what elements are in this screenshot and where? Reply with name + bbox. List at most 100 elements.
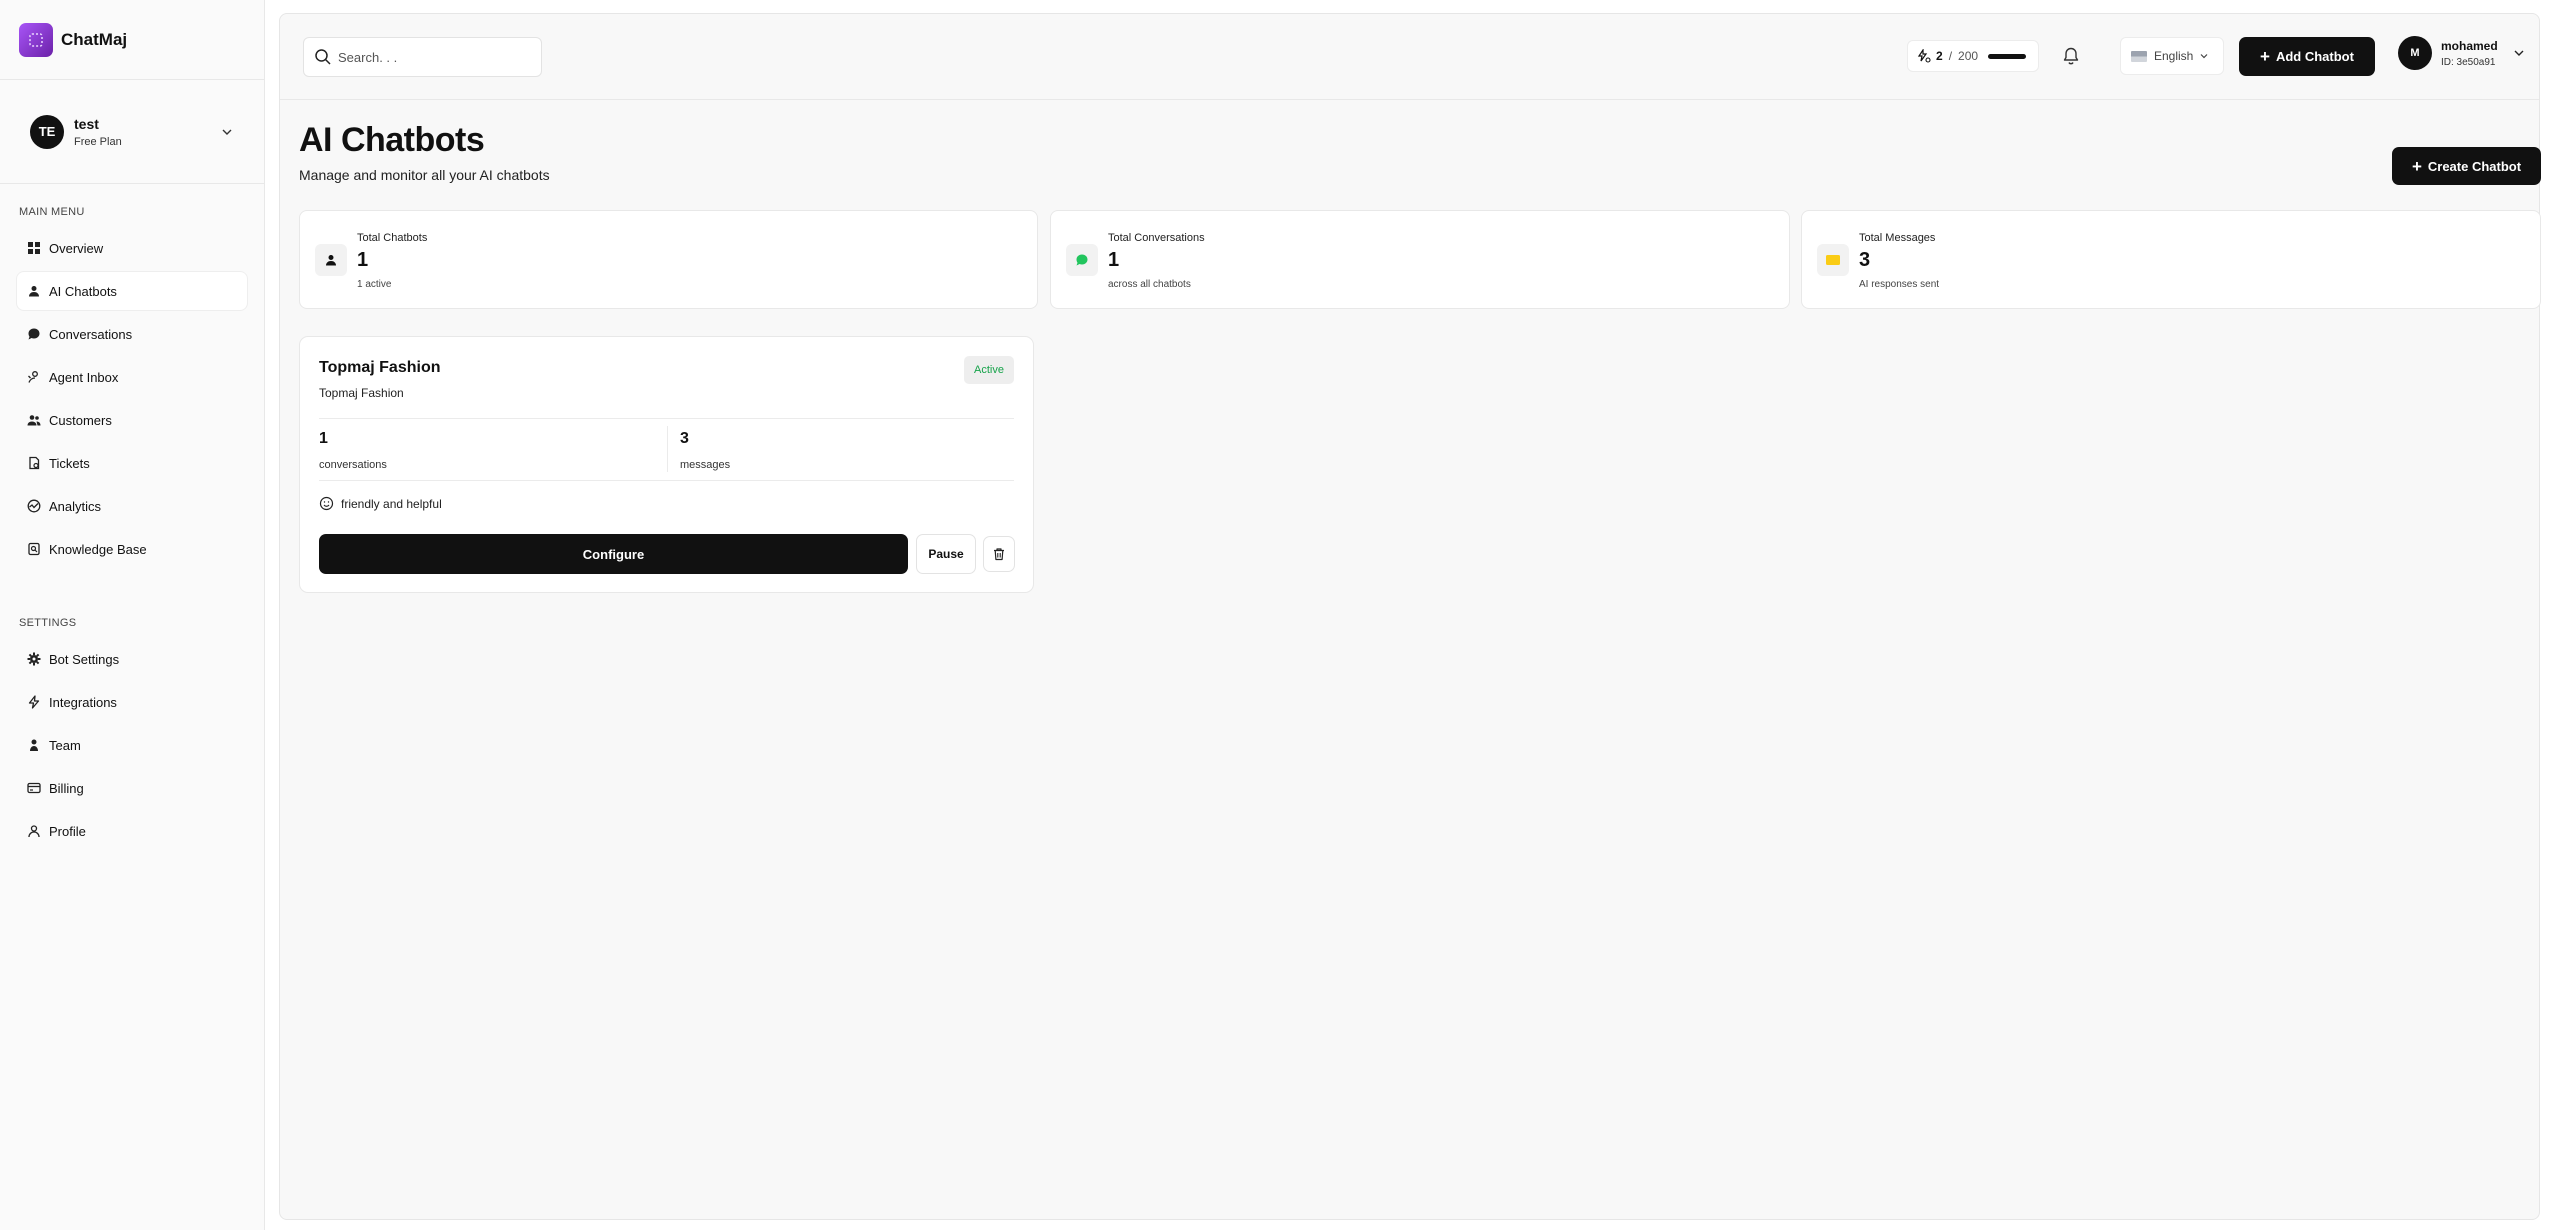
profile-icon: [28, 825, 40, 838]
agent-icon: [28, 371, 38, 383]
book-icon: [28, 542, 40, 556]
billing-icon: [27, 782, 41, 794]
stat-value: 1: [1108, 249, 1120, 271]
user-menu[interactable]: M mohamed ID: 3e50a91: [2398, 36, 2526, 70]
stat-label: Total Chatbots: [357, 232, 428, 244]
pause-button[interactable]: Pause: [916, 534, 976, 574]
stat-sub: AI responses sent: [1859, 279, 1940, 290]
main-menu: Overview AI Chatbots Conversations Agent…: [0, 229, 264, 568]
sidebar-item-label: Bot Settings: [49, 651, 120, 667]
chatbot-tone: friendly and helpful: [319, 496, 442, 511]
org-plan: Free Plan: [74, 135, 122, 148]
stat-value: 1: [357, 249, 369, 271]
language-label: English: [2154, 49, 2194, 63]
org-name: test: [74, 115, 99, 132]
search-box[interactable]: [303, 37, 542, 77]
sidebar-item-label: Overview: [49, 240, 104, 256]
sidebar-item-conversations[interactable]: Conversations: [17, 315, 247, 353]
chat-bubble-icon: [28, 328, 40, 340]
sidebar-item-bot-settings[interactable]: Bot Settings: [17, 640, 247, 678]
chevron-down-icon[interactable]: [220, 125, 234, 139]
stat-label: Total Conversations: [1108, 232, 1205, 244]
sidebar-item-profile[interactable]: Profile: [17, 812, 247, 850]
credits-used: 2: [1936, 49, 1943, 63]
plus-icon: +: [2260, 47, 2270, 66]
stat-label: Total Messages: [1859, 232, 1936, 244]
stat-card-total-chatbots: Total Chatbots 1 1 active: [299, 210, 1038, 309]
sidebar-item-team[interactable]: Team: [17, 726, 247, 764]
sidebar-item-label: Billing: [49, 780, 84, 796]
sidebar-item-label: AI Chatbots: [49, 283, 117, 299]
sidebar-item-customers[interactable]: Customers: [17, 401, 247, 439]
sidebar-item-label: Team: [49, 737, 81, 753]
grid-icon: [28, 242, 40, 254]
language-select[interactable]: English: [2120, 37, 2224, 75]
tone-label: friendly and helpful: [341, 496, 442, 511]
conversations-count: 1: [319, 430, 328, 447]
divider: [667, 426, 668, 472]
brand[interactable]: ChatMaj: [0, 0, 264, 80]
add-chatbot-label: Add Chatbot: [2275, 49, 2354, 64]
page-subtitle: Manage and monitor all your AI chatbots: [299, 167, 550, 183]
sidebar-item-analytics[interactable]: Analytics: [17, 487, 247, 525]
lightning-icon: [28, 695, 40, 709]
search-icon: [315, 49, 331, 65]
credits-icon: [1917, 49, 1931, 63]
delete-button[interactable]: [983, 536, 1015, 572]
conversations-label: conversations: [319, 459, 387, 471]
users-icon: [27, 415, 41, 426]
sidebar-item-billing[interactable]: Billing: [17, 769, 247, 807]
sidebar-item-integrations[interactable]: Integrations: [17, 683, 247, 721]
bot-icon: [315, 244, 347, 276]
brand-logo-icon: [19, 22, 53, 57]
org-avatar: TE: [30, 114, 64, 149]
trash-icon: [994, 548, 1004, 561]
message-icon: [1817, 244, 1849, 276]
pause-label: Pause: [928, 547, 964, 561]
sidebar-item-label: Profile: [49, 823, 86, 839]
sidebar-item-label: Analytics: [49, 498, 102, 514]
bot-icon: [29, 286, 39, 297]
credits-separator: /: [1948, 49, 1953, 63]
stat-value: 3: [1859, 249, 1871, 271]
status-badge: Active: [964, 356, 1014, 384]
divider: [319, 418, 1014, 419]
plus-icon: +: [2411, 156, 2422, 176]
org-switcher[interactable]: TE test Free Plan: [0, 80, 264, 184]
smile-icon: [319, 496, 334, 511]
main-menu-label: MAIN MENU: [19, 206, 85, 218]
ticket-icon: [29, 456, 40, 470]
sidebar-item-label: Tickets: [49, 455, 90, 471]
chatbot-card: Topmaj Fashion Topmaj Fashion Active 1 c…: [299, 336, 1034, 593]
user-id: ID: 3e50a91: [2441, 56, 2496, 68]
page-title: AI Chatbots: [299, 121, 485, 159]
gear-icon: [27, 652, 41, 666]
stat-sub: across all chatbots: [1108, 279, 1191, 290]
sidebar-item-agent-inbox[interactable]: Agent Inbox: [17, 358, 247, 396]
sidebar-item-tickets[interactable]: Tickets: [17, 444, 247, 482]
stat-card-total-messages: Total Messages 3 AI responses sent: [1801, 210, 2541, 309]
configure-button[interactable]: Configure: [319, 534, 908, 574]
sidebar-item-label: Knowledge Base: [49, 541, 147, 557]
create-chatbot-label: Create Chatbot: [2427, 158, 2522, 174]
credits-progress-bar: [1988, 53, 2027, 59]
settings-label: SETTINGS: [19, 617, 77, 629]
bell-icon[interactable]: [2061, 46, 2081, 66]
sidebar-item-label: Customers: [49, 412, 112, 428]
add-chatbot-button[interactable]: + Add Chatbot: [2239, 37, 2375, 76]
flag-icon: [2131, 50, 2147, 62]
credits-usage[interactable]: 2 / 200: [1907, 40, 2039, 72]
sidebar-item-knowledge-base[interactable]: Knowledge Base: [17, 530, 247, 568]
stat-card-total-conversations: Total Conversations 1 across all chatbot…: [1050, 210, 1790, 309]
configure-label: Configure: [582, 546, 645, 562]
create-chatbot-button[interactable]: + Create Chatbot: [2392, 147, 2541, 185]
chevron-down-icon: [2514, 50, 2524, 56]
sidebar-item-ai-chatbots[interactable]: AI Chatbots: [17, 272, 247, 310]
chatbot-name: Topmaj Fashion: [319, 359, 441, 376]
settings-menu: Bot Settings Integrations Team Billing P…: [0, 640, 264, 850]
chat-bubble-icon: [1066, 244, 1098, 276]
sidebar-item-label: Agent Inbox: [49, 369, 119, 385]
chatbot-description: Topmaj Fashion: [319, 386, 404, 400]
search-input[interactable]: [338, 49, 528, 65]
sidebar-item-overview[interactable]: Overview: [17, 229, 247, 267]
